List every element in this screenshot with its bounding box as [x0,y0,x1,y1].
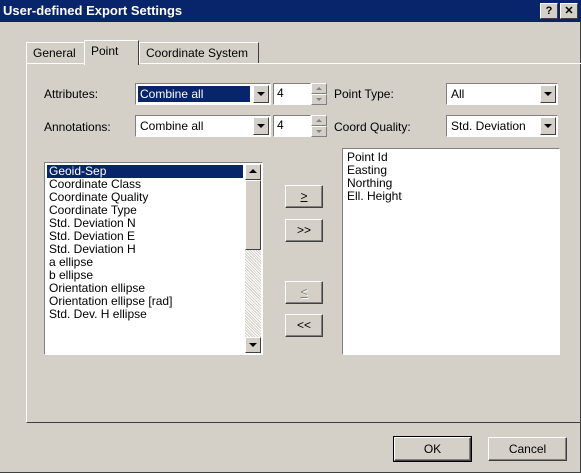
selected-fields-list[interactable]: Point Id Easting Northing Ell. Height [342,148,560,355]
annotations-count-value: 4 [277,118,284,132]
add-field-label: > [300,189,308,203]
coord-quality-dropdown-button[interactable] [540,117,556,135]
remove-all-label: << [296,318,311,332]
chevron-down-icon [544,124,552,128]
export-settings-dialog: User-defined Export Settings ? ✕ General… [0,0,581,473]
attributes-dropdown-button[interactable] [253,85,269,103]
spin-up-button[interactable] [311,83,327,94]
attributes-count-spinner[interactable] [311,83,327,105]
point-type-label: Point Type: [334,87,394,101]
spin-down-button[interactable] [311,94,327,105]
chevron-down-icon [257,124,265,128]
coord-quality-dropdown[interactable]: Std. Deviation [446,115,558,137]
available-fields-items: Geoid-Sep Coordinate Class Coordinate Qu… [47,165,243,321]
attributes-dropdown[interactable]: Combine all [135,83,271,105]
remove-field-label: < [300,285,308,299]
cancel-label: Cancel [508,442,547,456]
annotations-count-input[interactable]: 4 [273,115,311,137]
arrow-down-icon [316,98,322,101]
coord-quality-label: Coord Quality: [334,120,411,134]
tab-point[interactable]: Point [84,40,139,65]
scroll-up-button[interactable] [245,164,261,180]
help-button[interactable]: ? [540,3,558,19]
available-fields-scrollbar[interactable] [245,164,261,353]
list-item[interactable]: Std. Dev. H ellipse [47,308,243,321]
attributes-count-input[interactable]: 4 [273,83,311,105]
spin-up-button[interactable] [311,115,327,126]
spin-down-button[interactable] [311,126,327,137]
attributes-count-value: 4 [277,86,284,100]
scroll-down-button[interactable] [245,337,261,353]
close-button[interactable]: ✕ [560,3,578,19]
arrow-up-icon [316,87,322,90]
tab-general[interactable]: General [26,42,85,64]
arrow-down-icon [249,343,257,347]
title-bar: User-defined Export Settings ? ✕ [0,0,581,22]
attributes-label: Attributes: [44,87,99,101]
point-type-dropdown-button[interactable] [540,85,556,103]
ok-button[interactable]: OK [393,436,472,462]
remove-field-button[interactable]: < [285,281,323,304]
add-all-fields-button[interactable]: >> [285,219,323,242]
remove-all-fields-button[interactable]: << [285,314,323,337]
annotations-value: Combine all [140,119,204,133]
chevron-down-icon [544,92,552,96]
annotations-dropdown[interactable]: Combine all [135,115,271,137]
add-all-label: >> [296,223,311,237]
cancel-button[interactable]: Cancel [488,437,567,461]
attributes-value: Combine all [138,86,250,102]
list-item[interactable]: Ell. Height [345,190,557,203]
arrow-down-icon [316,130,322,133]
add-field-button[interactable]: > [285,185,323,208]
tab-coordinate-system[interactable]: Coordinate System [139,42,259,64]
chevron-down-icon [257,92,265,96]
point-tab-panel: Attributes: Combine all 4 Point Type: Al… [26,63,581,423]
available-fields-list[interactable]: Geoid-Sep Coordinate Class Coordinate Qu… [44,162,263,355]
selected-fields-items: Point Id Easting Northing Ell. Height [345,151,557,203]
scroll-thumb[interactable] [245,180,261,250]
annotations-count-spinner[interactable] [311,115,327,137]
point-type-value: All [451,87,465,101]
coord-quality-value: Std. Deviation [451,119,526,133]
point-type-dropdown[interactable]: All [446,83,558,105]
annotations-label: Annotations: [44,120,111,134]
arrow-up-icon [316,119,322,122]
window-title: User-defined Export Settings [3,3,183,18]
arrow-up-icon [249,169,257,173]
ok-label: OK [423,442,442,456]
annotations-dropdown-button[interactable] [253,117,269,135]
